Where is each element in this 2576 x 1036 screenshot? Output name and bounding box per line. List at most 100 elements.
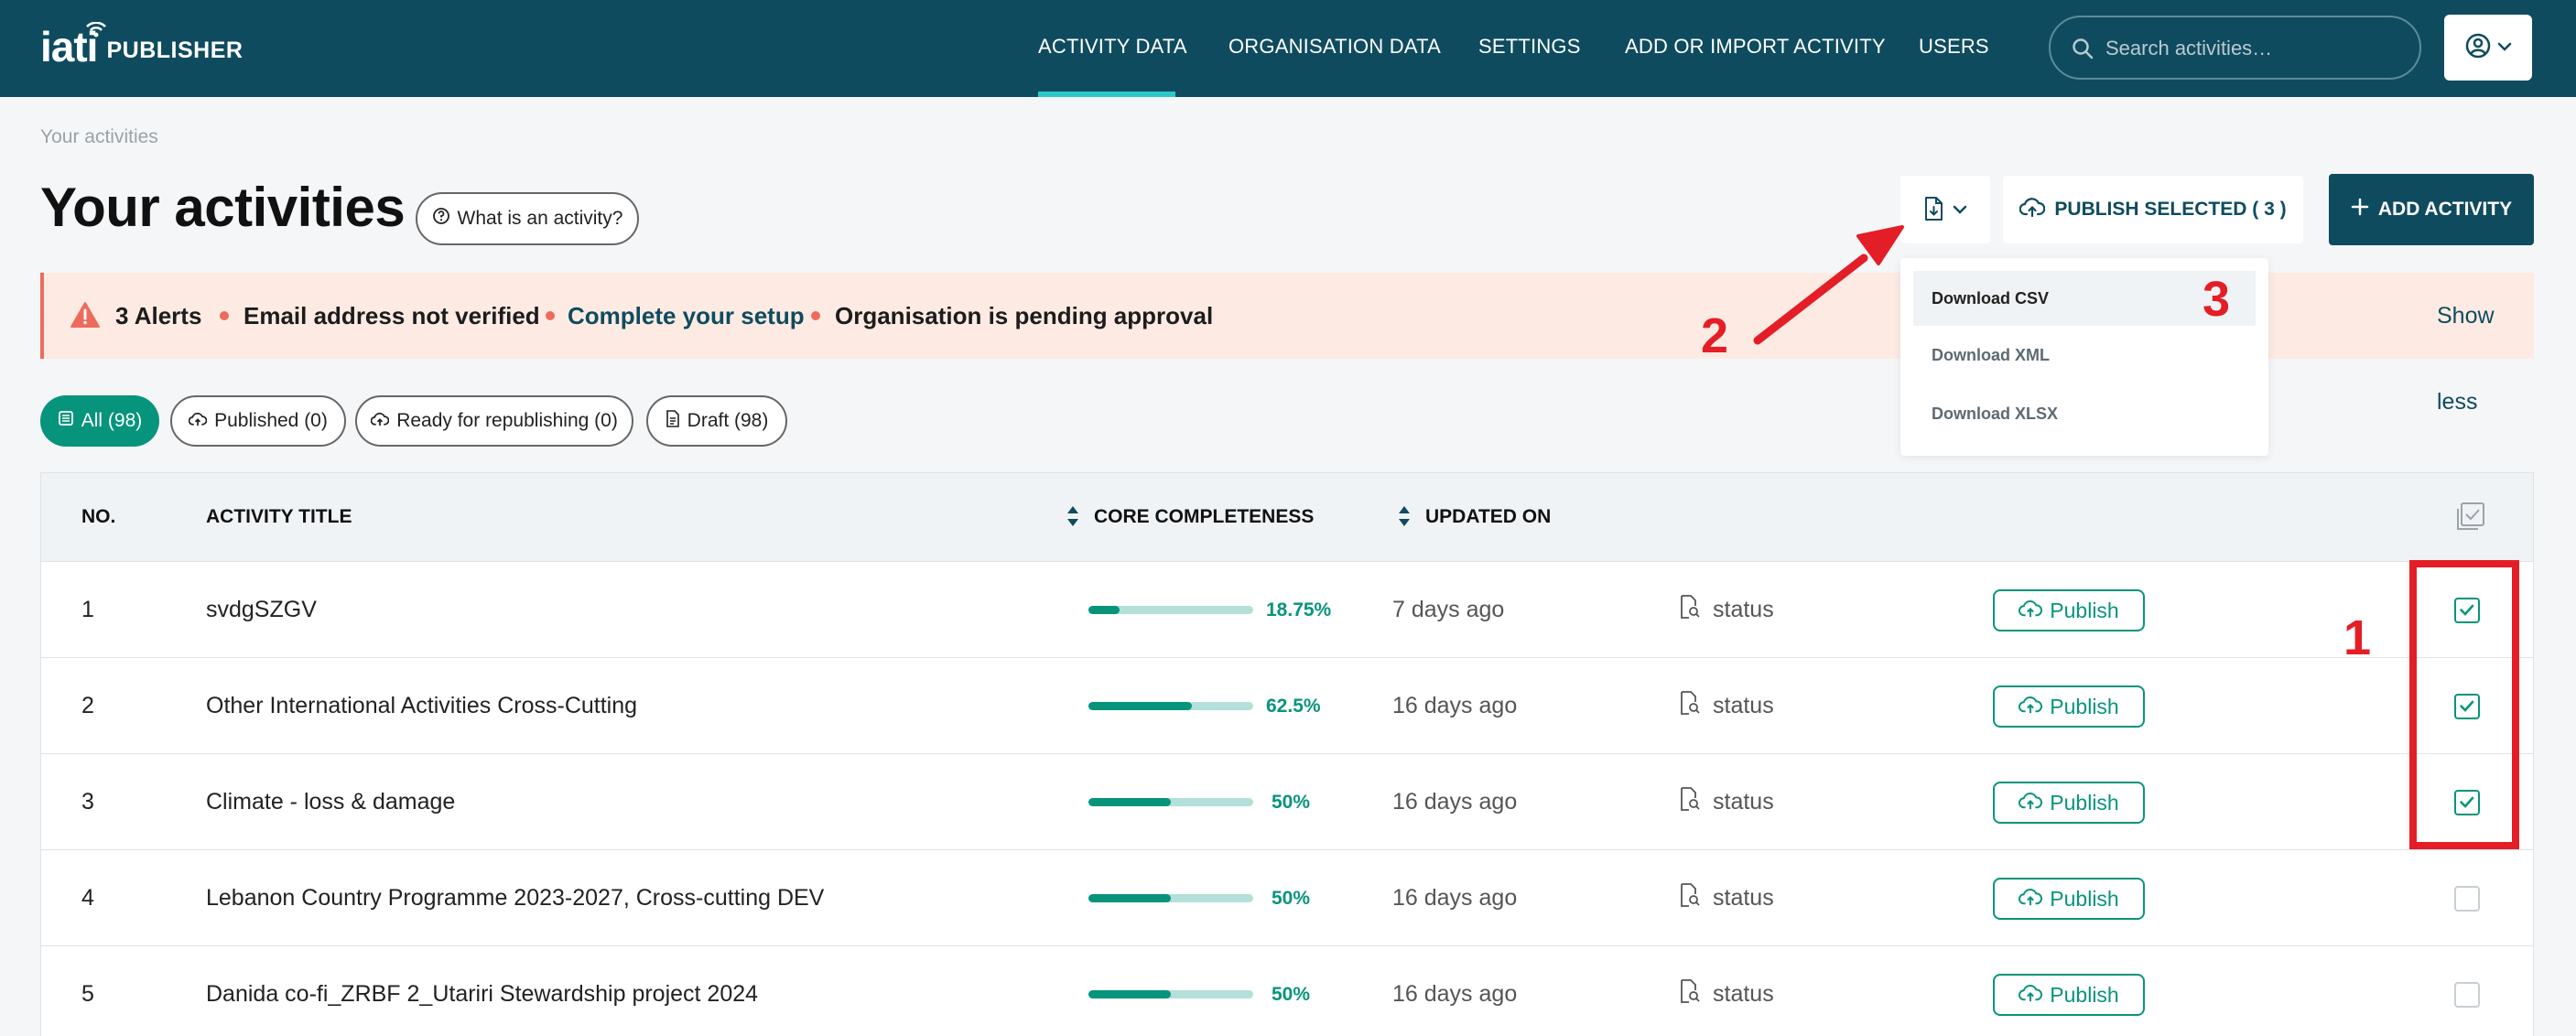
completeness-bar-fill [1088, 894, 1171, 902]
completeness-bar [1088, 894, 1253, 902]
row-checkbox[interactable] [2454, 886, 2480, 912]
row-number: 1 [81, 597, 94, 622]
alert-complete-setup-link[interactable]: Complete your setup [568, 273, 805, 359]
alert-bullet [811, 311, 820, 320]
annotation-label-1: 1 [2343, 610, 2372, 665]
table-row[interactable]: 5 Danida co-fi_ZRBF 2_Utariri Stewardshi… [41, 945, 2533, 1036]
cloud-upload-icon [188, 410, 208, 432]
user-menu-button[interactable] [2444, 15, 2532, 81]
warning-triangle-icon [70, 301, 101, 333]
completeness-bar [1088, 606, 1253, 614]
help-circle-icon [432, 207, 450, 231]
chevron-down-icon [1953, 203, 1967, 217]
status-link[interactable]: status [1680, 850, 1774, 946]
table-row[interactable]: 1 svdgSZGV 18.75% 7 days ago status Publ… [41, 561, 2533, 657]
publish-button[interactable]: Publish [1993, 782, 2145, 824]
add-activity-button[interactable]: ADD ACTIVITY [2329, 174, 2534, 245]
filter-draft[interactable]: Draft (98) [646, 395, 787, 447]
row-number: 2 [81, 693, 94, 718]
filter-ready-for-republishing[interactable]: Ready for republishing (0) [355, 395, 633, 447]
filter-ready-label: Ready for republishing (0) [396, 410, 618, 431]
completeness-bar [1088, 702, 1253, 710]
status-link[interactable]: status [1680, 754, 1774, 850]
annotation-label-3: 3 [2203, 272, 2231, 327]
completeness-bar-fill [1088, 606, 1120, 614]
activity-title[interactable]: Lebanon Country Programme 2023-2027, Cro… [206, 850, 824, 946]
download-xml-option[interactable]: Download XML [1913, 328, 2256, 383]
cloud-upload-icon [2019, 791, 2043, 815]
page-title: Your activities [40, 177, 406, 238]
download-button[interactable] [1900, 176, 1990, 243]
broadcast-icon [86, 21, 106, 43]
publish-label: Publish [2050, 886, 2119, 911]
publish-label: Publish [2050, 790, 2119, 815]
cloud-upload-icon [2019, 197, 2046, 222]
top-navbar: iati PUBLISHER ACTIVITY DATA ORGANISATIO… [0, 0, 2576, 97]
completeness-percent: 62.5% [1266, 696, 1321, 717]
completeness-bar [1088, 990, 1253, 998]
list-icon [58, 410, 74, 432]
activity-title[interactable]: svdgSZGV [206, 562, 317, 658]
header-core-completeness[interactable]: CORE COMPLETENESS [1094, 473, 1314, 561]
publish-button[interactable]: Publish [1993, 974, 2145, 1016]
publish-label: Publish [2050, 694, 2119, 718]
search-input[interactable] [2105, 30, 2398, 67]
alert-bullet [220, 311, 229, 320]
plus-icon [2351, 198, 2369, 221]
alert-email-not-verified: Email address not verified [244, 302, 540, 329]
status-link[interactable]: status [1680, 562, 1774, 658]
status-link[interactable]: status [1680, 946, 1774, 1036]
iati-publisher-logo[interactable]: iati PUBLISHER [40, 21, 244, 68]
table-row[interactable]: 3 Climate - loss & damage 50% 16 days ag… [41, 753, 2533, 849]
search-icon [2071, 37, 2094, 65]
filter-published[interactable]: Published (0) [170, 395, 346, 447]
file-edit-icon [666, 409, 680, 433]
file-download-icon [1923, 196, 1943, 223]
publish-button[interactable]: Publish [1993, 878, 2145, 920]
show-less-link[interactable]: Show less [2437, 273, 2534, 415]
nav-organisation-data[interactable]: ORGANISATION DATA [1228, 0, 1441, 97]
status-label: status [1713, 693, 1774, 718]
completeness-percent: 18.75% [1266, 599, 1332, 621]
updated-on: 16 days ago [1392, 885, 1518, 911]
select-all-checkbox-icon[interactable] [2454, 502, 2485, 537]
completeness-bar [1088, 798, 1253, 806]
activity-title[interactable]: Climate - loss & damage [206, 754, 455, 850]
what-is-activity-button[interactable]: What is an activity? [416, 192, 639, 245]
sort-icon[interactable] [1066, 504, 1079, 533]
table-row[interactable]: 4 Lebanon Country Programme 2023-2027, C… [41, 849, 2533, 945]
search-box [2049, 16, 2421, 80]
row-checkbox[interactable] [2454, 982, 2480, 1008]
logo-publisher-text: PUBLISHER [106, 38, 244, 63]
alert-bullet [546, 311, 555, 320]
filter-all[interactable]: All (98) [40, 395, 159, 447]
completeness-percent: 50% [1272, 984, 1311, 1005]
nav-add-or-import-activity[interactable]: ADD OR IMPORT ACTIVITY [1625, 0, 1886, 97]
download-xlsx-option[interactable]: Download XLSX [1913, 386, 2256, 441]
breadcrumb[interactable]: Your activities [40, 126, 158, 148]
completeness-bar-fill [1088, 990, 1171, 998]
status-label: status [1713, 885, 1774, 911]
table-row[interactable]: 2 Other International Activities Cross-C… [41, 657, 2533, 753]
publish-label: Publish [2050, 982, 2119, 1007]
updated-on: 16 days ago [1392, 981, 1518, 1007]
cloud-upload-icon [370, 410, 390, 432]
file-search-icon [1680, 691, 1700, 721]
completeness-percent: 50% [1272, 792, 1311, 813]
nav-activity-data[interactable]: ACTIVITY DATA [1038, 0, 1187, 97]
nav-users[interactable]: USERS [1919, 0, 1989, 97]
cloud-upload-icon [2019, 983, 2043, 1008]
status-link[interactable]: status [1680, 658, 1774, 754]
cloud-upload-icon [2019, 887, 2043, 912]
activity-title[interactable]: Danida co-fi_ZRBF 2_Utariri Stewardship … [206, 946, 758, 1036]
nav-settings[interactable]: SETTINGS [1478, 0, 1581, 97]
sort-icon[interactable] [1398, 504, 1411, 533]
annotation-label-2: 2 [1701, 308, 1729, 363]
row-number: 4 [81, 885, 94, 911]
publish-selected-button[interactable]: PUBLISH SELECTED ( 3 ) [2003, 176, 2303, 243]
cloud-upload-icon [2019, 695, 2043, 719]
activity-title[interactable]: Other International Activities Cross-Cut… [206, 658, 637, 754]
publish-button[interactable]: Publish [1993, 589, 2145, 631]
header-updated-on[interactable]: UPDATED ON [1425, 473, 1551, 561]
publish-button[interactable]: Publish [1993, 685, 2145, 728]
